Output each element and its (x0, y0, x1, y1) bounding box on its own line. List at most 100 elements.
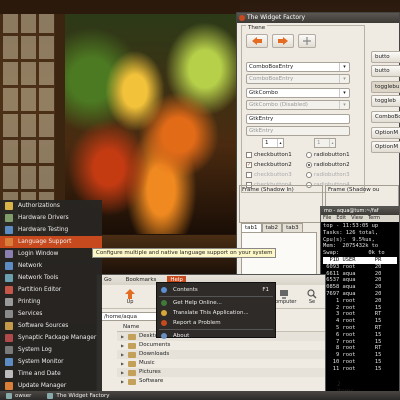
menu-bookmarks[interactable]: Bookmarks (123, 276, 160, 284)
system-administration-menu: Authorizations Hardware Drivers Hardware T… (0, 200, 102, 400)
taskbar-item-widget-factory[interactable]: The Widget Factory (41, 392, 115, 399)
log-icon (5, 346, 13, 354)
list-item[interactable]: ▶ Downloads (117, 350, 325, 359)
gtk-combo[interactable]: GtkCombo ▾ (246, 88, 350, 98)
frame-label: Thene (246, 25, 268, 31)
button-2[interactable]: butto (371, 65, 400, 77)
list-item[interactable]: ▶ Software (117, 377, 325, 386)
button-1[interactable]: butto (371, 51, 400, 63)
terminal-line: Cpu(s): 9.5%us, (323, 236, 375, 243)
system-menu-item[interactable]: Authorizations (0, 200, 102, 212)
computer-icon (280, 289, 288, 299)
about-item[interactable]: About (157, 331, 275, 341)
clock-icon (5, 370, 13, 378)
toggle-button-2[interactable]: toggleb (371, 95, 400, 107)
option-menu-2[interactable]: OptionM (371, 141, 400, 153)
tab-3[interactable]: tab3 (282, 223, 303, 232)
system-menu-label: Network (18, 263, 43, 269)
back-toolbutton[interactable] (246, 34, 268, 48)
gtk-combo-disabled: GtkCombo (Disabled) ▾ (246, 100, 350, 110)
terminal-line: Tasks: 126 total, (323, 229, 379, 236)
move-toolbutton[interactable] (298, 34, 316, 48)
move-icon (303, 37, 311, 45)
expander-icon: ▶ (121, 379, 125, 384)
combobox-entry-1[interactable]: ComboBoxEntry ▾ (246, 62, 350, 72)
radiobutton-2[interactable]: radiobutton2 (306, 162, 350, 168)
system-menu-item[interactable]: Hardware Drivers (0, 212, 102, 224)
checkbutton-1[interactable]: checkbutton1 (246, 152, 292, 158)
system-menu-item[interactable]: Language Support (0, 236, 102, 248)
taskbar-item-browser[interactable]: owser (0, 392, 37, 399)
search-button[interactable]: Se (301, 288, 323, 305)
list-item[interactable]: ▶ Music (117, 359, 325, 368)
terminal-title[interactable]: mo - aqua@tum:~/faf (321, 207, 399, 215)
folder-icon (128, 351, 136, 358)
gtk-entry-1[interactable]: GtkEntry (246, 114, 350, 124)
menu-file[interactable]: File (323, 215, 331, 222)
up-button[interactable]: Up (119, 288, 141, 305)
radio-icon (306, 172, 312, 178)
terminal-line: 6537 aqua 20 (323, 277, 382, 284)
option-menu-1[interactable]: OptionM (371, 127, 400, 139)
window-title: The Widget Factory (247, 14, 306, 21)
window-titlebar[interactable]: The Widget Factory (237, 13, 399, 23)
expander-icon: ▶ (121, 361, 125, 366)
file-name: Documents (139, 342, 171, 348)
toggle-button-1[interactable]: togglebu (371, 81, 400, 93)
report-problem-item[interactable]: Report a Problem (157, 318, 275, 328)
computer-button[interactable]: Computer (272, 289, 296, 305)
file-name: Pictures (139, 369, 161, 375)
list-item[interactable]: ▶ Documents (117, 341, 325, 350)
system-menu-item[interactable]: Network Tools (0, 272, 102, 284)
search-icon (307, 288, 317, 298)
tab-1[interactable]: tab1 (241, 223, 262, 232)
system-menu-item[interactable]: Login Window (0, 248, 102, 260)
system-menu-item[interactable]: Time and Date (0, 368, 102, 380)
translate-item[interactable]: Translate This Application... (157, 308, 275, 318)
tab-2[interactable]: tab2 (261, 223, 283, 232)
arrow-right-icon (278, 37, 288, 45)
menu-item-label: About (173, 333, 190, 339)
menu-separator (159, 296, 273, 297)
system-menu-item[interactable]: Printing (0, 296, 102, 308)
system-menu-item[interactable]: Services (0, 308, 102, 320)
menu-go[interactable]: Go (101, 276, 115, 284)
system-menu-label: Login Window (18, 251, 59, 257)
system-menu-item[interactable]: System Monitor (0, 356, 102, 368)
forward-toolbutton[interactable] (272, 34, 294, 48)
radio-icon (306, 152, 312, 158)
get-help-online-item[interactable]: Get Help Online... (157, 298, 275, 308)
help-contents-item[interactable]: Contents F1 (157, 285, 275, 295)
menu-item-label: Contents (173, 287, 198, 293)
chevron-down-icon: ▾ (339, 89, 349, 97)
menu-edit[interactable]: Edit (336, 215, 346, 222)
terminal-line: 11 root 15 (323, 365, 382, 372)
menu-view[interactable]: View (351, 215, 363, 222)
list-item[interactable]: ▶ Pictures (117, 368, 325, 377)
up-label: Up (126, 298, 134, 305)
radiobutton-label: radiobutton2 (314, 162, 350, 168)
arrow-left-icon (252, 37, 262, 45)
combobox-right[interactable]: ComboBo (371, 111, 400, 123)
system-menu-item[interactable]: System Log (0, 344, 102, 356)
system-menu-item[interactable]: Hardware Testing (0, 224, 102, 236)
check-icon (5, 226, 13, 234)
system-menu-item[interactable]: Partition Editor (0, 284, 102, 296)
radio-selected-icon (306, 162, 312, 168)
system-menu-item[interactable]: Network (0, 260, 102, 272)
spin-button-1[interactable]: 1 ▴ (262, 138, 284, 148)
terminal-window: mo - aqua@tum:~/faf File Edit View Term … (320, 206, 400, 392)
menu-term[interactable]: Term (368, 215, 380, 222)
terminal-line: Mem: 2075432k to (323, 243, 379, 250)
close-icon[interactable] (239, 15, 245, 21)
gtk-entry-2: GtkEntry (246, 126, 350, 136)
spin-button-2: 1 ▴ (314, 138, 336, 148)
menu-item-label: Report a Problem (173, 320, 221, 326)
system-menu-item[interactable]: Synaptic Package Manager (0, 332, 102, 344)
checkbutton-2[interactable]: ✓ checkbutton2 (246, 162, 292, 168)
terminal-line: 4 root 15 (323, 318, 382, 325)
system-menu-item[interactable]: Software Sources (0, 320, 102, 332)
terminal-output[interactable]: top - 11:53:05 up Tasks: 126 total, Cpu(s)… (321, 222, 399, 374)
radiobutton-1[interactable]: radiobutton1 (306, 152, 350, 158)
system-menu-label: System Monitor (18, 359, 64, 365)
